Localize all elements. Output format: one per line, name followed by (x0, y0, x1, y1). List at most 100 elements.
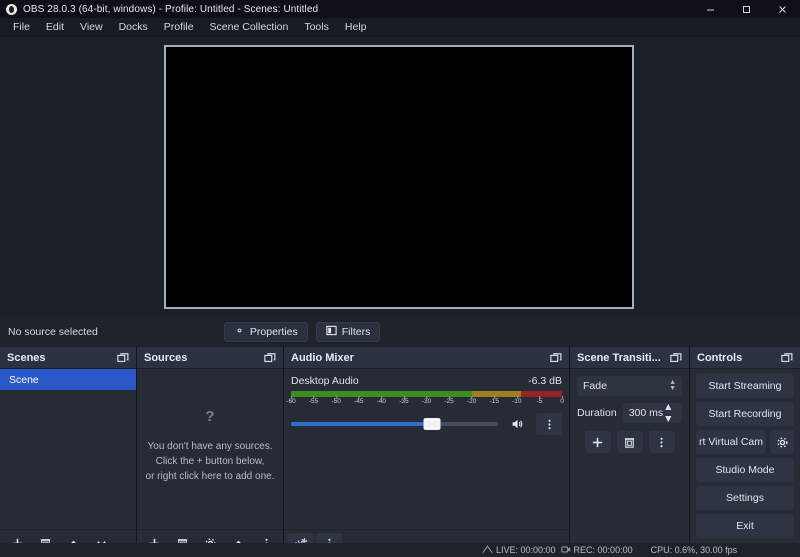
meter-tick: -35 (399, 396, 409, 405)
meter-tick: -55 (308, 396, 319, 405)
live-status: LIVE: 00:00:00 (482, 544, 556, 556)
audio-channel-header: Desktop Audio -6.3 dB (291, 375, 562, 387)
preview-area[interactable] (0, 37, 800, 317)
scene-list-item[interactable]: Scene (0, 369, 136, 390)
menu-item-help[interactable]: Help (337, 18, 375, 37)
audio-level-readout: -6.3 dB (528, 375, 562, 387)
close-icon[interactable] (764, 0, 800, 18)
scene-transitions-dock-title: Scene Transiti... (577, 351, 661, 364)
filters-button[interactable]: Filters (315, 322, 381, 342)
transition-duration-value: 300 ms (628, 407, 664, 419)
virtual-cam-settings-gear-icon[interactable] (770, 430, 794, 454)
source-toolbar: No source selected Properties Filters (0, 317, 800, 347)
window-controls (692, 0, 800, 18)
minimize-icon[interactable] (692, 0, 728, 18)
studio-mode-button[interactable]: Studio Mode (696, 458, 794, 482)
meter-tick: -40 (376, 396, 387, 405)
meter-yellow-zone (471, 391, 522, 397)
scene-transitions-dock-header: Scene Transiti... (570, 347, 689, 369)
preview-canvas[interactable] (164, 45, 634, 309)
volume-row (291, 413, 562, 435)
sources-dock: Sources ? You don't have any sources. Cl… (137, 347, 284, 557)
window-title: OBS 28.0.3 (64-bit, windows) - Profile: … (23, 3, 319, 15)
start-virtual-cam-button[interactable]: rt Virtual Cam (696, 430, 766, 454)
audio-channel-strip: Desktop Audio -6.3 dB -60 -55 -50 -45 -40 -35… (284, 369, 569, 435)
menu-item-profile[interactable]: Profile (156, 18, 202, 37)
sources-list[interactable]: ? You don't have any sources. Click the … (137, 369, 283, 529)
scenes-dock: Scenes Scene (0, 347, 137, 557)
menu-item-tools[interactable]: Tools (296, 18, 337, 37)
live-label: LIVE: 00:00:00 (496, 545, 556, 555)
start-streaming-button[interactable]: Start Streaming (696, 374, 794, 398)
meter-tick: 0 (560, 396, 564, 405)
menu-item-file[interactable]: File (5, 18, 38, 37)
menu-item-edit[interactable]: Edit (38, 18, 72, 37)
title-bar: OBS 28.0.3 (64-bit, windows) - Profile: … (0, 0, 800, 18)
sources-empty-state: ? You don't have any sources. Click the … (137, 403, 283, 484)
menu-item-docks[interactable]: Docks (111, 18, 156, 37)
float-dock-icon[interactable] (550, 352, 562, 364)
transition-type-select[interactable]: Fade ▲ ▼ (577, 376, 682, 396)
properties-button[interactable]: Properties (223, 322, 308, 342)
transition-duration-label: Duration (577, 407, 617, 419)
float-dock-icon[interactable] (781, 352, 793, 364)
audio-mixer-body: Desktop Audio -6.3 dB -60 -55 -50 -45 -40 -35… (284, 369, 569, 529)
maximize-icon[interactable] (728, 0, 764, 18)
menu-item-view[interactable]: View (72, 18, 111, 37)
obs-main-window: OBS 28.0.3 (64-bit, windows) - Profile: … (0, 0, 800, 557)
source-status-label: No source selected (8, 326, 98, 338)
float-dock-icon[interactable] (264, 352, 276, 364)
preview-canvas-wrapper (164, 45, 634, 309)
spinner-updown-icon[interactable]: ▲ ▼ (663, 401, 673, 425)
chevron-updown-icon: ▲ ▼ (669, 379, 676, 392)
controls-dock-header: Controls (690, 347, 800, 369)
audio-mixer-dock-title: Audio Mixer (291, 351, 354, 364)
speaker-icon[interactable] (504, 413, 530, 435)
sources-empty-line-1: You don't have any sources. (147, 441, 273, 452)
controls-dock: Controls Start Streaming Start Recording… (690, 347, 800, 557)
meter-tick: -15 (489, 396, 499, 405)
transition-more-button[interactable] (648, 431, 675, 453)
float-dock-icon[interactable] (670, 352, 682, 364)
audio-channel-menu-button[interactable] (536, 413, 562, 435)
controls-body: Start Streaming Start Recording rt Virtu… (690, 369, 800, 557)
transition-duration-input[interactable]: 300 ms ▲ ▼ (622, 401, 682, 425)
scenes-list[interactable]: Scene (0, 369, 136, 529)
sources-dock-title: Sources (144, 351, 188, 364)
meter-tick: -25 (444, 396, 454, 405)
menu-bar: File Edit View Docks Profile Scene Colle… (0, 18, 800, 37)
filters-button-label: Filters (341, 326, 371, 338)
meter-tick: -60 (286, 396, 296, 405)
start-recording-button[interactable]: Start Recording (696, 402, 794, 426)
exit-button[interactable]: Exit (696, 514, 794, 538)
audio-channel-name: Desktop Audio (291, 375, 359, 387)
scene-transitions-body: Fade ▲ ▼ Duration 300 ms ▲ ▼ (570, 369, 689, 557)
properties-button-label: Properties (249, 326, 298, 338)
transition-controls: Fade ▲ ▼ Duration 300 ms ▲ ▼ (570, 369, 689, 453)
cpu-status: CPU: 0.6%, 30.00 fps (650, 545, 738, 555)
volume-slider[interactable] (291, 417, 498, 431)
settings-button[interactable]: Settings (696, 486, 794, 510)
meter-tick: -5 (536, 396, 543, 405)
sources-empty-line-2: Click the + button below, (155, 456, 265, 467)
obs-logo-icon (6, 3, 17, 15)
remove-transition-button[interactable] (616, 431, 643, 453)
audio-mixer-dock: Audio Mixer Desktop Audio -6.3 dB -60 -5… (284, 347, 570, 557)
menu-item-scene-collection[interactable]: Scene Collection (202, 18, 297, 37)
gear-icon (234, 325, 245, 339)
dock-row: Scenes Scene Sources ? You don't have an… (0, 347, 800, 557)
transition-type-value: Fade (583, 380, 607, 392)
float-dock-icon[interactable] (117, 352, 129, 364)
broadcast-icon (482, 544, 493, 556)
question-mark-placeholder-icon: ? (205, 408, 215, 425)
volume-slider-thumb[interactable] (423, 418, 441, 430)
virtual-cam-row: rt Virtual Cam (696, 430, 794, 454)
audio-mixer-dock-header: Audio Mixer (284, 347, 569, 369)
scenes-dock-header: Scenes (0, 347, 136, 369)
volume-slider-fill (291, 422, 432, 426)
sources-empty-line-3: or right click here to add one. (145, 471, 275, 482)
meter-red-zone (521, 391, 562, 397)
add-transition-button[interactable] (584, 431, 611, 453)
transition-duration-row: Duration 300 ms ▲ ▼ (577, 401, 682, 425)
status-bar: LIVE: 00:00:00 REC: 00:00:00 CPU: 0.6%, … (0, 543, 800, 557)
